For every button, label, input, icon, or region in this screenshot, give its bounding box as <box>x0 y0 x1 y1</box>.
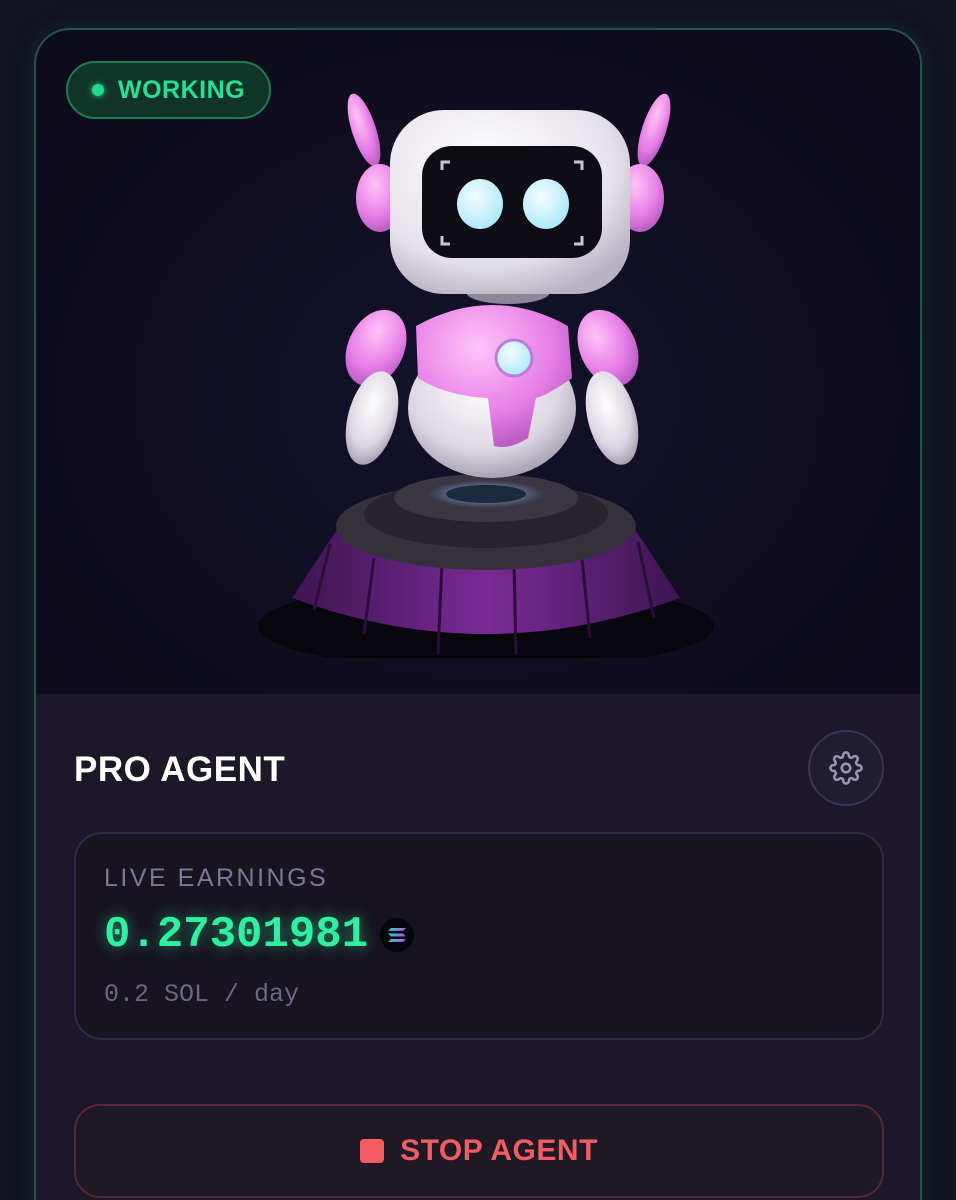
status-label: WORKING <box>118 75 246 104</box>
agent-title: PRO AGENT <box>74 750 286 789</box>
gear-icon <box>829 751 863 785</box>
settings-button[interactable] <box>808 730 884 806</box>
status-dot-icon <box>92 84 104 96</box>
solana-icon <box>380 918 415 952</box>
live-earnings-panel: LIVE EARNINGS 0.27301981 0.2 SOL / day <box>74 832 884 1040</box>
agent-card: WORKING PRO AGENT LIVE EARNINGS 0.273019… <box>34 28 922 1200</box>
status-badge: WORKING <box>66 61 272 119</box>
agent-hero: WORKING <box>36 30 920 694</box>
earnings-value-row: 0.27301981 <box>104 910 415 960</box>
stop-agent-label: STOP AGENT <box>400 1134 598 1167</box>
earnings-label: LIVE EARNINGS <box>104 864 329 892</box>
earnings-rate: 0.2 SOL / day <box>104 980 300 1009</box>
stop-agent-button[interactable]: STOP AGENT <box>74 1104 884 1198</box>
robot-illustration <box>258 93 714 658</box>
earnings-value: 0.27301981 <box>104 910 369 960</box>
stop-square-icon <box>360 1139 385 1163</box>
